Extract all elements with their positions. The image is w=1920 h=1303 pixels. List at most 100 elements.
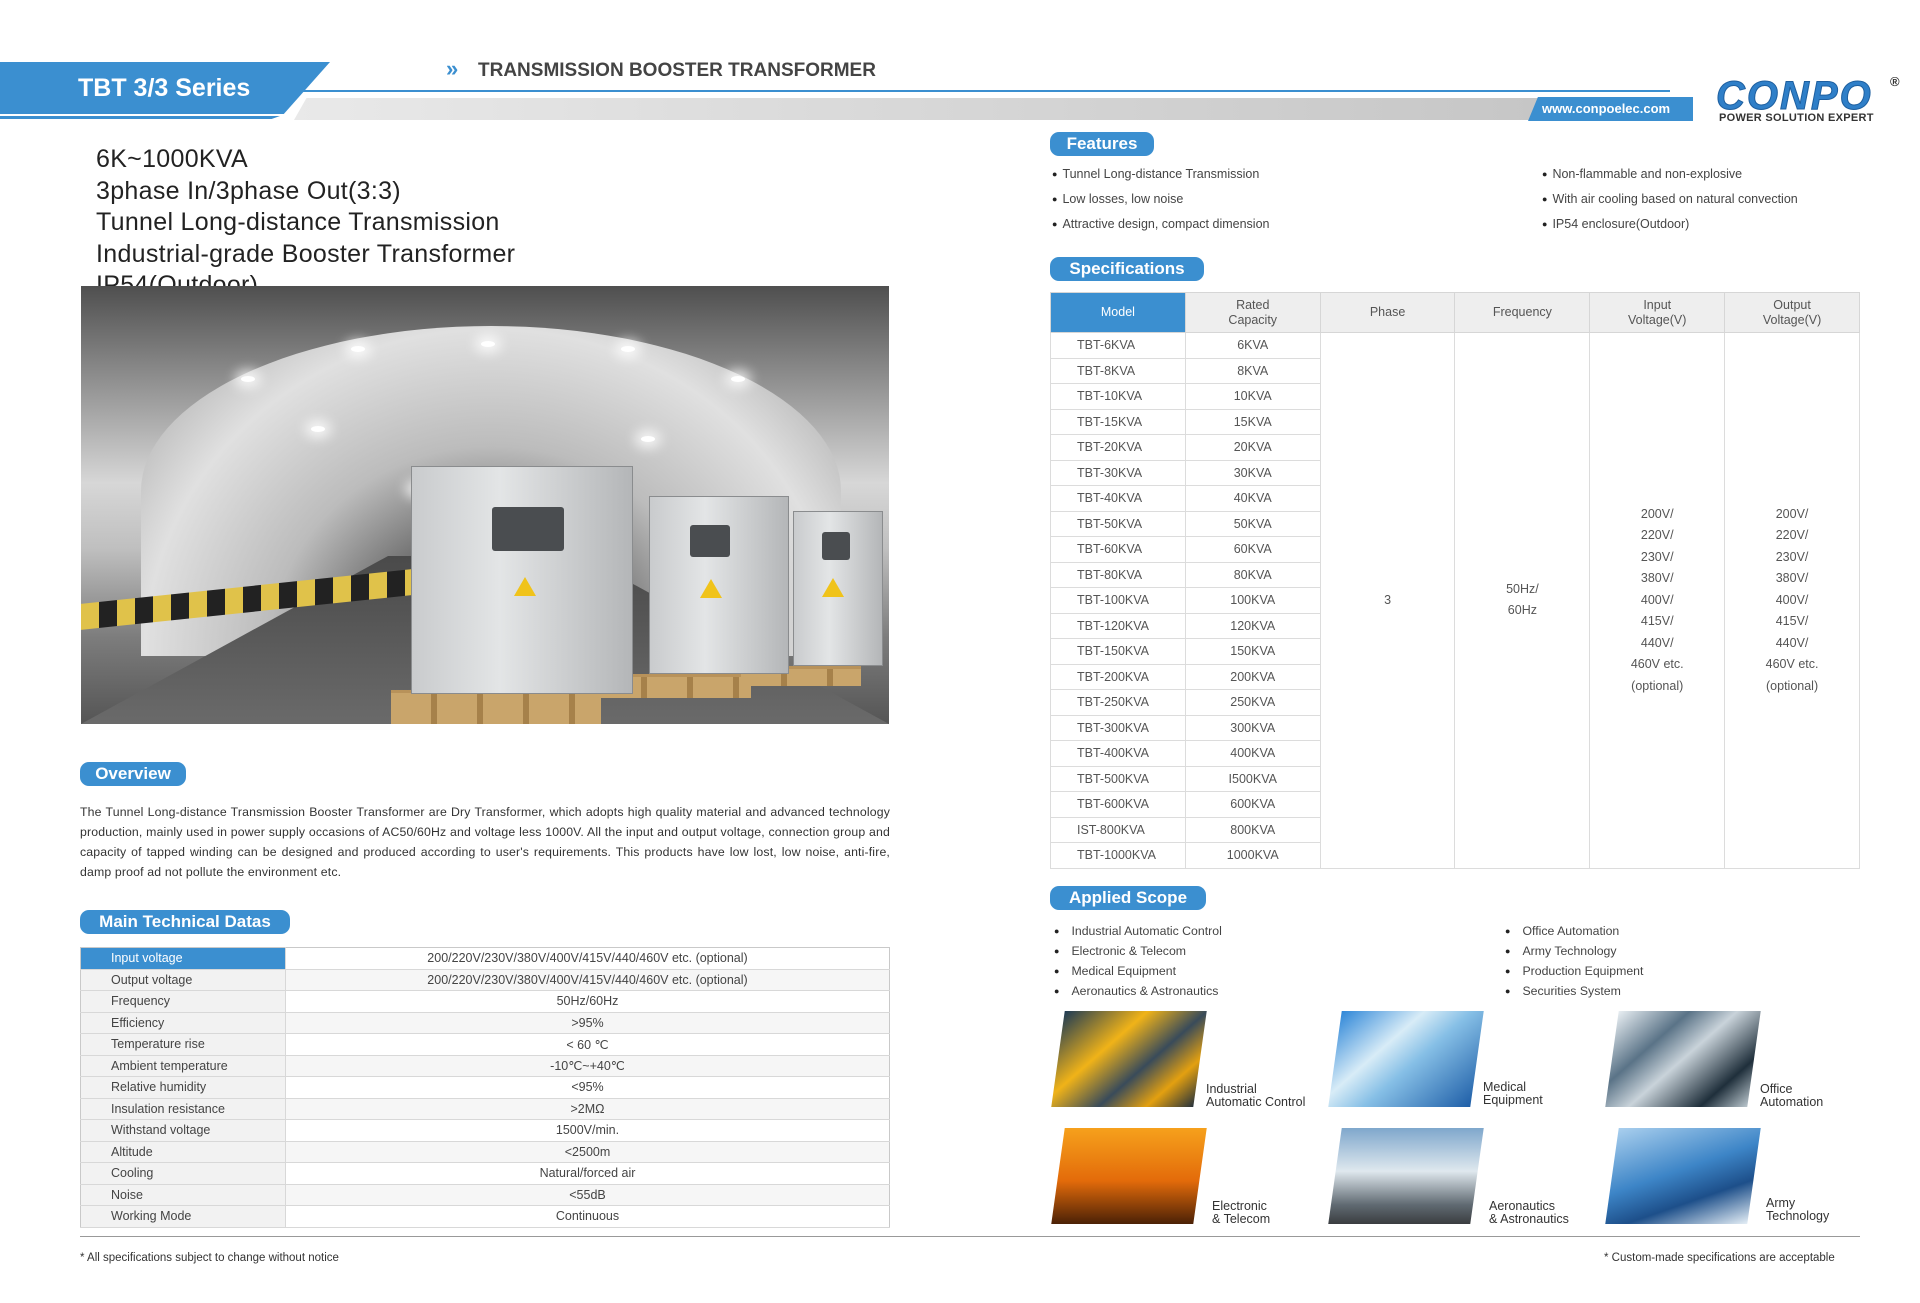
voltage-line: (optional) xyxy=(1631,678,1684,693)
spec-key: Input voltage xyxy=(80,947,286,970)
model-cell: TBT-15KVA xyxy=(1050,408,1186,435)
capacity-cell: 1000KVA xyxy=(1184,842,1321,869)
capacity-cell: 6KVA xyxy=(1184,332,1321,359)
tunnel-light xyxy=(241,376,255,382)
meter-panel xyxy=(822,532,850,560)
transformer-cabinet xyxy=(411,466,633,694)
tile-label-line: Automatic Control xyxy=(1206,1095,1306,1109)
spec-value: >2MΩ xyxy=(285,1098,890,1120)
frequency-line: 50Hz/ xyxy=(1506,581,1539,596)
table-row: Relative humidity <95% xyxy=(80,1076,890,1099)
model-cell: TBT-8KVA xyxy=(1050,357,1186,384)
voltage-line: 440V/ xyxy=(1640,635,1674,650)
electronic-telecom-image xyxy=(1051,1128,1207,1224)
table-row: Frequency 50Hz/60Hz xyxy=(80,990,890,1013)
website-link[interactable]: www.conpoelec.com xyxy=(1528,97,1693,121)
scope-list-right: Office Automation Army Technology Produc… xyxy=(1505,922,1643,1002)
tile-label-line: & Astronautics xyxy=(1489,1212,1569,1226)
voltage-line: 380V/ xyxy=(1640,571,1674,585)
scope-tile-label: Office Automation xyxy=(1760,1083,1823,1109)
table-row: Insulation resistance >2MΩ xyxy=(80,1098,890,1120)
headline-line: Industrial-grade Booster Transformer xyxy=(96,239,516,268)
column-header-capacity: Rated Capacity xyxy=(1184,292,1321,333)
capacity-cell: 8KVA xyxy=(1184,357,1321,384)
spec-value: 200/220V/230V/380V/400V/415V/440/460V et… xyxy=(285,969,890,991)
headline-line: 3phase In/3phase Out(3:3) xyxy=(96,176,401,205)
scope-tile-label: Medical Equipment xyxy=(1483,1081,1543,1107)
spec-key: Output voltage xyxy=(80,969,286,991)
capacity-cell: 20KVA xyxy=(1184,434,1321,461)
spec-value: >95% xyxy=(285,1012,890,1034)
scope-tile-label: Electronic & Telecom xyxy=(1212,1200,1270,1226)
spec-key: Cooling xyxy=(80,1162,286,1185)
capacity-cell: 800KVA xyxy=(1184,816,1321,843)
aeronautics-image xyxy=(1328,1128,1484,1224)
capacity-cell: 100KVA xyxy=(1184,587,1321,614)
transformer-cabinet xyxy=(649,496,789,674)
footnote-right: * Custom-made specifications are accepta… xyxy=(1604,1252,1835,1264)
tunnel-light xyxy=(621,346,635,352)
table-header-row: Model Rated Capacity Phase Frequency Inpu… xyxy=(1050,292,1860,333)
spec-value: 200/220V/230V/380V/400V/415V/440/460V et… xyxy=(285,947,890,970)
capacity-cell: 40KVA xyxy=(1184,485,1321,512)
list-item: Tunnel Long-distance Transmission xyxy=(1052,162,1269,187)
voltage-line: 440V/ xyxy=(1775,635,1809,650)
scope-list-left: Industrial Automatic Control Electronic … xyxy=(1054,922,1221,1002)
header-band xyxy=(294,98,1544,120)
tunnel-light xyxy=(481,341,495,347)
model-cell: TBT-80KVA xyxy=(1050,561,1186,588)
header-line: Capacity xyxy=(1228,312,1278,327)
model-cell: TBT-600KVA xyxy=(1050,791,1186,818)
tunnel-light xyxy=(311,426,325,432)
capacity-cell: 15KVA xyxy=(1184,408,1321,435)
office-automation-image xyxy=(1605,1011,1761,1107)
spec-key: Withstand voltage xyxy=(80,1119,286,1142)
column-header-input-voltage: Input Voltage(V) xyxy=(1589,292,1726,333)
table-row: Input voltage 200/220V/230V/380V/400V/415… xyxy=(80,947,890,970)
product-photo xyxy=(81,286,889,724)
voltage-line: 230V/ xyxy=(1775,549,1809,564)
footer-divider xyxy=(80,1236,1860,1237)
tunnel-light xyxy=(351,346,365,352)
capacity-cell: 300KVA xyxy=(1184,714,1321,741)
voltage-line: 400V/ xyxy=(1775,592,1809,607)
column-header-phase: Phase xyxy=(1319,292,1456,333)
voltage-line: 460V etc. xyxy=(1765,657,1819,671)
product-headline: 6K~1000KVA 3phase In/3phase Out(3:3) Tun… xyxy=(96,144,515,302)
voltage-line: 400V/ xyxy=(1640,592,1674,607)
model-cell: TBT-30KVA xyxy=(1050,459,1186,486)
model-cell: TBT-1000KVA xyxy=(1050,842,1186,869)
header-line: Voltage(V) xyxy=(1628,312,1687,327)
tile-label-line: Automation xyxy=(1760,1095,1824,1109)
capacity-cell: I500KVA xyxy=(1184,765,1321,792)
tunnel-light xyxy=(731,376,745,382)
capacity-cell: 50KVA xyxy=(1184,510,1321,537)
features-heading: Features xyxy=(1050,132,1154,156)
features-list-left: Tunnel Long-distance Transmission Low lo… xyxy=(1052,162,1269,237)
applied-scope-heading: Applied Scope xyxy=(1050,886,1206,910)
model-cell: TBT-500KVA xyxy=(1050,765,1186,792)
voltage-line: 415V/ xyxy=(1775,614,1809,628)
table-row: Withstand voltage 1500V/min. xyxy=(80,1119,890,1142)
header-line: Voltage(V) xyxy=(1762,312,1822,327)
model-cell: TBT-400KVA xyxy=(1050,740,1186,767)
model-cell: TBT-150KVA xyxy=(1050,638,1186,665)
headline-line: Tunnel Long-distance Transmission xyxy=(96,208,500,236)
specifications-heading: Specifications xyxy=(1050,257,1204,281)
series-underline xyxy=(0,116,280,119)
voltage-line: 200V/ xyxy=(1775,506,1809,521)
list-item: Office Automation xyxy=(1505,922,1643,942)
list-item: Securities System xyxy=(1505,982,1643,1002)
specifications-table: Model Rated Capacity Phase Frequency Inpu… xyxy=(1050,292,1860,869)
tile-label-line: & Telecom xyxy=(1212,1212,1271,1226)
spec-key: Relative humidity xyxy=(80,1076,286,1099)
spec-key: Frequency xyxy=(80,990,286,1013)
frequency-cell: 50Hz/ 60Hz xyxy=(1454,332,1591,869)
capacity-cell: 120KVA xyxy=(1184,612,1321,639)
table-row: Output voltage 200/220V/230V/380V/400V/41… xyxy=(80,969,890,991)
warning-icon xyxy=(514,577,536,596)
spec-value: Continuous xyxy=(285,1205,890,1228)
model-cell: TBT-200KVA xyxy=(1050,663,1186,690)
column-header-frequency: Frequency xyxy=(1454,292,1591,333)
column-header-model: Model xyxy=(1050,292,1186,333)
